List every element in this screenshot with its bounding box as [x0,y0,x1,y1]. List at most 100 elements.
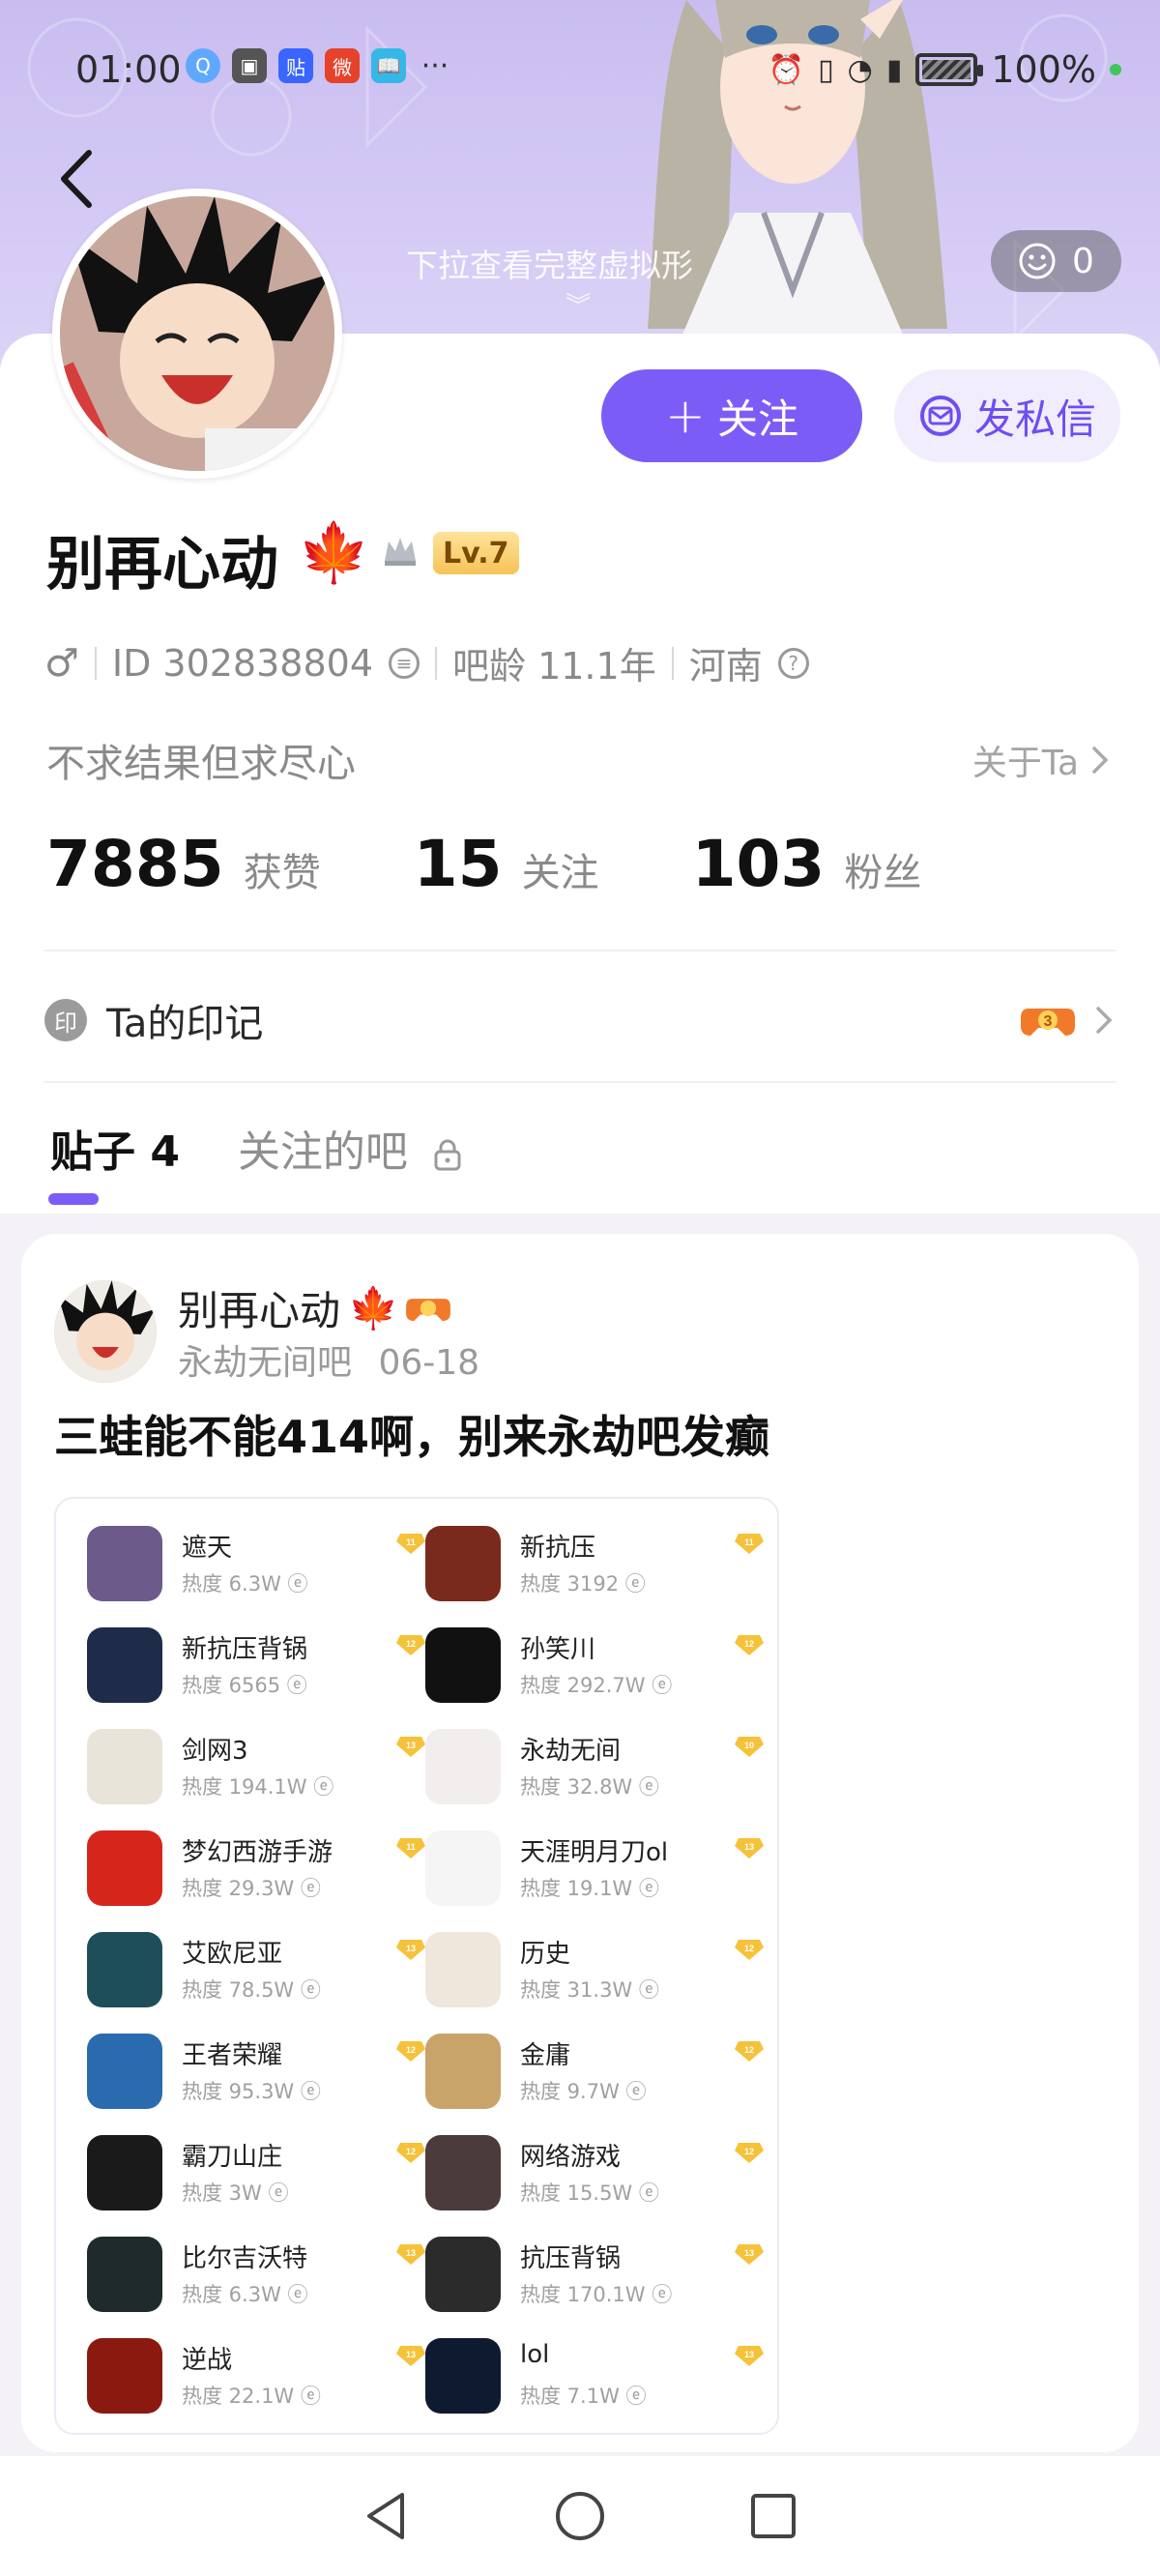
post-title[interactable]: 三蛙能不能414啊，别来永劫吧发癫 [54,1402,769,1466]
copy-id-icon[interactable]: ≡ [389,647,420,679]
back-arrow-icon[interactable] [52,145,101,213]
level-gem-icon: 13 [735,2346,764,2366]
forum-name: 比尔吉沃特 [182,2244,308,2273]
stat-value: 103 [691,827,826,901]
about-label: 关于Ta [972,744,1079,783]
forum-row: 新抗压背锅 热度 6565 ⓔ 12 孙笑川 热度 292.7W ⓔ 12 [56,1620,777,1721]
forum-heat: 热度 78.5W ⓔ [182,1978,321,2002]
about-link[interactable]: 关于Ta [972,735,1112,785]
pull-down-hint: 下拉查看完整虚拟形 [406,247,693,284]
forum-item[interactable]: 艾欧尼亚 热度 78.5W ⓔ 13 [77,1924,425,2026]
svg-text:3: 3 [1044,1013,1053,1030]
system-nav-bar [0,2456,1160,2576]
forum-item[interactable]: 新抗压 热度 3192 ⓔ 11 [416,1518,764,1620]
nav-recents-icon[interactable] [744,2487,802,2545]
level-badge[interactable]: Lv.7 [433,532,519,574]
forum-item[interactable]: 抗压背锅 热度 170.1W ⓔ 13 [416,2229,764,2330]
forum-item[interactable]: 剑网3 热度 194.1W ⓔ 13 [77,1721,425,1823]
location: 河南 [688,645,763,688]
tab-posts[interactable]: 贴子 4 [50,1117,180,1179]
status-time: 01:00 [75,48,182,91]
male-gender-icon: ♂ [44,640,79,686]
level-gem-icon: 13 [735,2244,764,2265]
forum-item[interactable]: 逆战 热度 22.1W ⓔ 13 [77,2330,425,2432]
badges-row[interactable]: 印 Ta的印记 3 [44,977,1116,1064]
forum-icon [425,2338,501,2414]
forum-heat: 热度 32.8W ⓔ [520,1775,659,1799]
forum-item[interactable]: 霸刀山庄 热度 3W ⓔ 12 [77,2127,425,2229]
nav-back-icon[interactable] [358,2487,416,2545]
user-meta: ♂ ID 302838804 ≡ 吧龄 11.1年 河南 ? [44,636,809,689]
gamepad-badge-icon [406,1298,451,1321]
user-avatar[interactable] [52,189,342,479]
forum-name: 金庸 [520,2041,571,2070]
forum-icon [87,1729,162,1804]
lock-icon [434,1139,461,1171]
forum-item[interactable]: 永劫无间 热度 32.8W ⓔ 10 [416,1721,764,1823]
active-tab-indicator [48,1193,99,1205]
forum-icon [425,2237,501,2312]
forum-row: 王者荣耀 热度 95.3W ⓔ 12 金庸 热度 9.7W ⓔ 12 [56,2026,777,2127]
chevron-right-icon [1092,746,1109,774]
user-id: ID 302838804 [111,641,373,685]
maple-leaf-icon: 🍁 [298,519,370,587]
forum-item[interactable]: 金庸 热度 9.7W ⓔ 12 [416,2026,764,2127]
weibo-icon: 微 [325,48,360,83]
stats-row: 7885 获赞 15 关注 103 粉丝 [46,827,1014,901]
stat-likes[interactable]: 7885 获赞 [46,827,321,901]
double-chevron-down-icon: ︾ [566,292,592,321]
qq-icon: Q [186,48,220,83]
forum-name: 永劫无间 [520,1737,622,1766]
follow-button[interactable]: + 关注 [601,369,862,462]
forum-item[interactable]: 历史 热度 31.3W ⓔ 12 [416,1924,764,2026]
forum-item[interactable]: 梦幻西游手游 热度 29.3W ⓔ 11 [77,1823,425,1924]
stat-label: 获赞 [243,851,321,895]
forum-icon [87,2338,162,2414]
follow-label: 关注 [716,395,798,443]
stat-value: 7885 [46,827,224,901]
stat-following[interactable]: 15 关注 [414,827,599,901]
crown-badge-icon[interactable] [379,530,421,572]
stat-label: 关注 [521,851,599,895]
direct-message-button[interactable]: 发私信 [894,369,1120,462]
smile-icon [1019,243,1056,279]
forum-item[interactable]: 孙笑川 热度 292.7W ⓔ 12 [416,1620,764,1721]
forum-heat: 热度 31.3W ⓔ [520,1978,659,2002]
forum-item[interactable]: lol 热度 7.1W ⓔ 13 [416,2330,764,2432]
post-date: 06-18 [378,1343,480,1383]
more-notifications-icon: ··· [420,48,450,83]
forum-item[interactable]: 网络游戏 热度 15.5W ⓔ 12 [416,2127,764,2229]
forum-row: 剑网3 热度 194.1W ⓔ 13 永劫无间 热度 32.8W ⓔ 10 [56,1721,777,1823]
forum-name: 遮天 [182,1534,233,1563]
forum-heat: 热度 194.1W ⓔ [182,1775,334,1799]
stat-fans[interactable]: 103 粉丝 [692,827,922,901]
nav-home-icon[interactable] [551,2487,609,2545]
signal-icon: ▮ [885,52,903,87]
post-author-avatar[interactable] [54,1280,157,1383]
forum-row: 逆战 热度 22.1W ⓔ 13 lol 热度 7.1W ⓔ 13 [56,2330,777,2432]
battery-percent: 100% [991,48,1096,91]
forum-item[interactable]: 王者荣耀 热度 95.3W ⓔ 12 [77,2026,425,2127]
svg-text:13: 13 [406,2350,416,2359]
level-gem-icon: 12 [735,2143,764,2163]
forum-item[interactable]: 比尔吉沃特 热度 6.3W ⓔ 13 [77,2229,425,2330]
chevron-right-icon [1096,1007,1113,1034]
forum-item[interactable]: 天涯明月刀ol 热度 19.1W ⓔ 13 [416,1823,764,1924]
help-icon[interactable]: ? [777,647,809,679]
maple-leaf-icon: 🍁 [348,1283,399,1332]
level-gem-icon: 12 [735,1635,764,1655]
forum-heat: 热度 95.3W ⓔ [182,2080,321,2103]
post-author[interactable]: 别再心动 🍁 [178,1278,451,1337]
forum-icon [87,1526,162,1601]
tab-followed-bars[interactable]: 关注的吧 [238,1117,464,1179]
forum-item[interactable]: 遮天 热度 6.3W ⓔ 11 [77,1518,425,1620]
post-image-forum-list[interactable]: 遮天 热度 6.3W ⓔ 11 新抗压 热度 3192 ⓔ 11 新抗压背锅 热度 6565 … [54,1497,779,2435]
forum-item[interactable]: 新抗压背锅 热度 6565 ⓔ 12 [77,1620,425,1721]
profile-tabs: 贴子 4 关注的吧 [50,1117,522,1179]
post-forum[interactable]: 永劫无间吧 [178,1343,352,1383]
post-card[interactable]: 别再心动 🍁 永劫无间吧 06-18 三蛙能不能414啊，别来永劫吧发癫 遮天热… [21,1234,1139,2452]
forum-heat: 热度 29.3W ⓔ [182,1877,321,1900]
visitor-button[interactable]: 0 [991,230,1121,292]
plus-icon: + [665,388,706,444]
forum-heat: 热度 6.3W ⓔ [182,2283,308,2306]
